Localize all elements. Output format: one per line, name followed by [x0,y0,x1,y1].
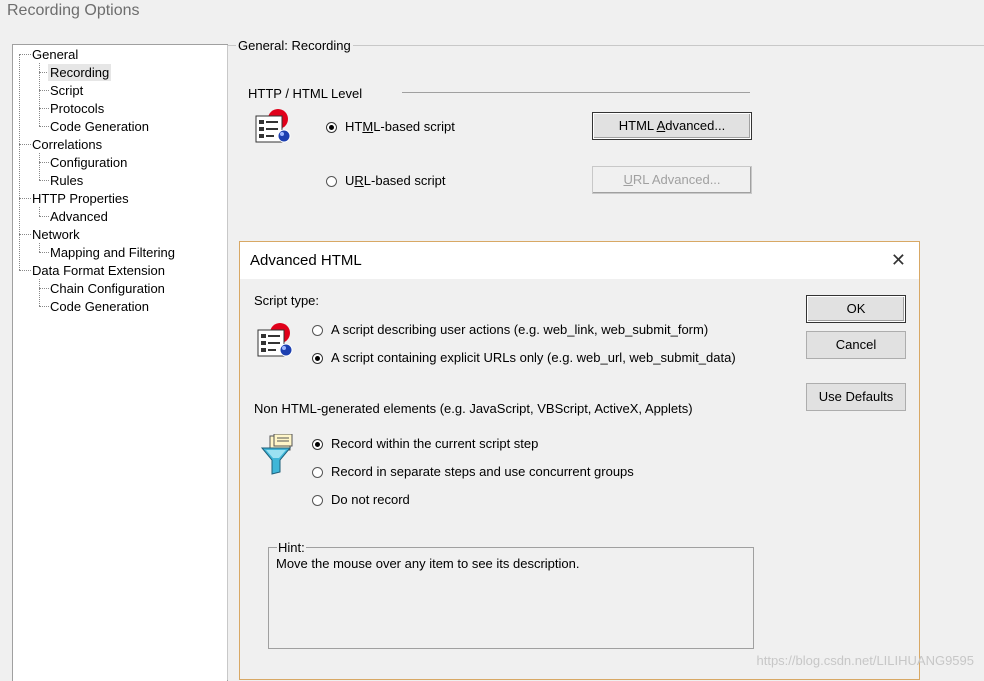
tree-item-configuration[interactable]: Configuration [50,154,127,171]
section-divider [402,92,750,93]
tree-item-http-properties[interactable]: HTTP Properties [32,190,129,207]
dialog-titlebar: Advanced HTML ✕ [240,242,919,279]
tree-connector [39,243,40,252]
tree-connector [19,54,31,55]
tree-connector [39,216,49,217]
tree-connector [39,252,49,253]
record-separate-steps-radio[interactable] [312,467,323,478]
ok-button[interactable]: OK [806,295,906,323]
record-current-step-label[interactable]: Record within the current script step [331,436,538,451]
tree-connector [39,288,49,289]
non-html-label: Non HTML-generated elements (e.g. JavaSc… [254,401,693,416]
tree-item-advanced[interactable]: Advanced [50,208,108,225]
script-explicit-urls-label[interactable]: A script containing explicit URLs only (… [331,350,736,365]
tree-item-general[interactable]: General [32,46,78,63]
section-label: HTTP / HTML Level [248,86,363,101]
do-not-record-radio[interactable] [312,495,323,506]
tree-item-correlations[interactable]: Correlations [32,136,102,153]
tree-connector [39,90,49,91]
html-advanced-button[interactable]: HTML Advanced... [592,112,752,140]
tree-item-code-generation[interactable]: Code Generation [50,118,149,135]
tree-connector [39,126,49,127]
dialog-title: Advanced HTML [250,252,362,269]
html-script-icon [256,322,296,360]
tree-item-script[interactable]: Script [50,82,83,99]
tree-item-data-format-extension[interactable]: Data Format Extension [32,262,165,279]
url-based-label[interactable]: URL-based script [345,173,445,188]
cancel-button[interactable]: Cancel [806,331,906,359]
tree-item-mapping-filtering[interactable]: Mapping and Filtering [50,244,175,261]
tree-connector [39,162,49,163]
url-based-radio[interactable] [326,176,337,187]
html-based-radio[interactable] [326,122,337,133]
script-user-actions-label[interactable]: A script describing user actions (e.g. w… [331,322,708,337]
tree-connector [19,270,31,271]
tree-connector [19,198,31,199]
group-label: General: Recording [236,38,353,53]
close-icon[interactable]: ✕ [891,250,906,271]
filter-icon [260,433,296,476]
script-user-actions-radio[interactable] [312,325,323,336]
tree-connector [39,108,49,109]
tree-connector [19,54,20,270]
watermark: https://blog.csdn.net/LILIHUANG9595 [756,653,974,668]
tree-item-recording[interactable]: Recording [48,64,112,81]
tree-connector [39,279,40,306]
group-border [227,45,228,680]
tree-connector [39,153,40,180]
script-type-label: Script type: [254,293,320,308]
tree-connector [39,306,49,307]
tree-connector [19,234,31,235]
record-separate-steps-label[interactable]: Record in separate steps and use concurr… [331,464,634,479]
use-defaults-button[interactable]: Use Defaults [806,383,906,411]
hint-text: Move the mouse over any item to see its … [276,556,580,571]
window-title: Recording Options [7,2,140,19]
tree-connector [39,180,49,181]
tree-item-code-generation-2[interactable]: Code Generation [50,298,149,315]
tree-connector [39,207,40,216]
tree-item-chain-configuration[interactable]: Chain Configuration [50,280,165,297]
tree-item-network[interactable]: Network [32,226,80,243]
html-based-label[interactable]: HTML-based script [345,119,455,134]
tree-item-rules[interactable]: Rules [50,172,83,189]
options-tree[interactable]: General Recording Script Protocols Code … [12,44,228,681]
html-script-icon [254,108,294,146]
tree-connector [19,144,31,145]
tree-item-protocols[interactable]: Protocols [50,100,104,117]
record-current-step-radio[interactable] [312,439,323,450]
do-not-record-label[interactable]: Do not record [331,492,410,507]
url-advanced-button[interactable]: URL Advanced... [592,166,752,194]
hint-label: Hint: [277,540,306,555]
script-explicit-urls-radio[interactable] [312,353,323,364]
